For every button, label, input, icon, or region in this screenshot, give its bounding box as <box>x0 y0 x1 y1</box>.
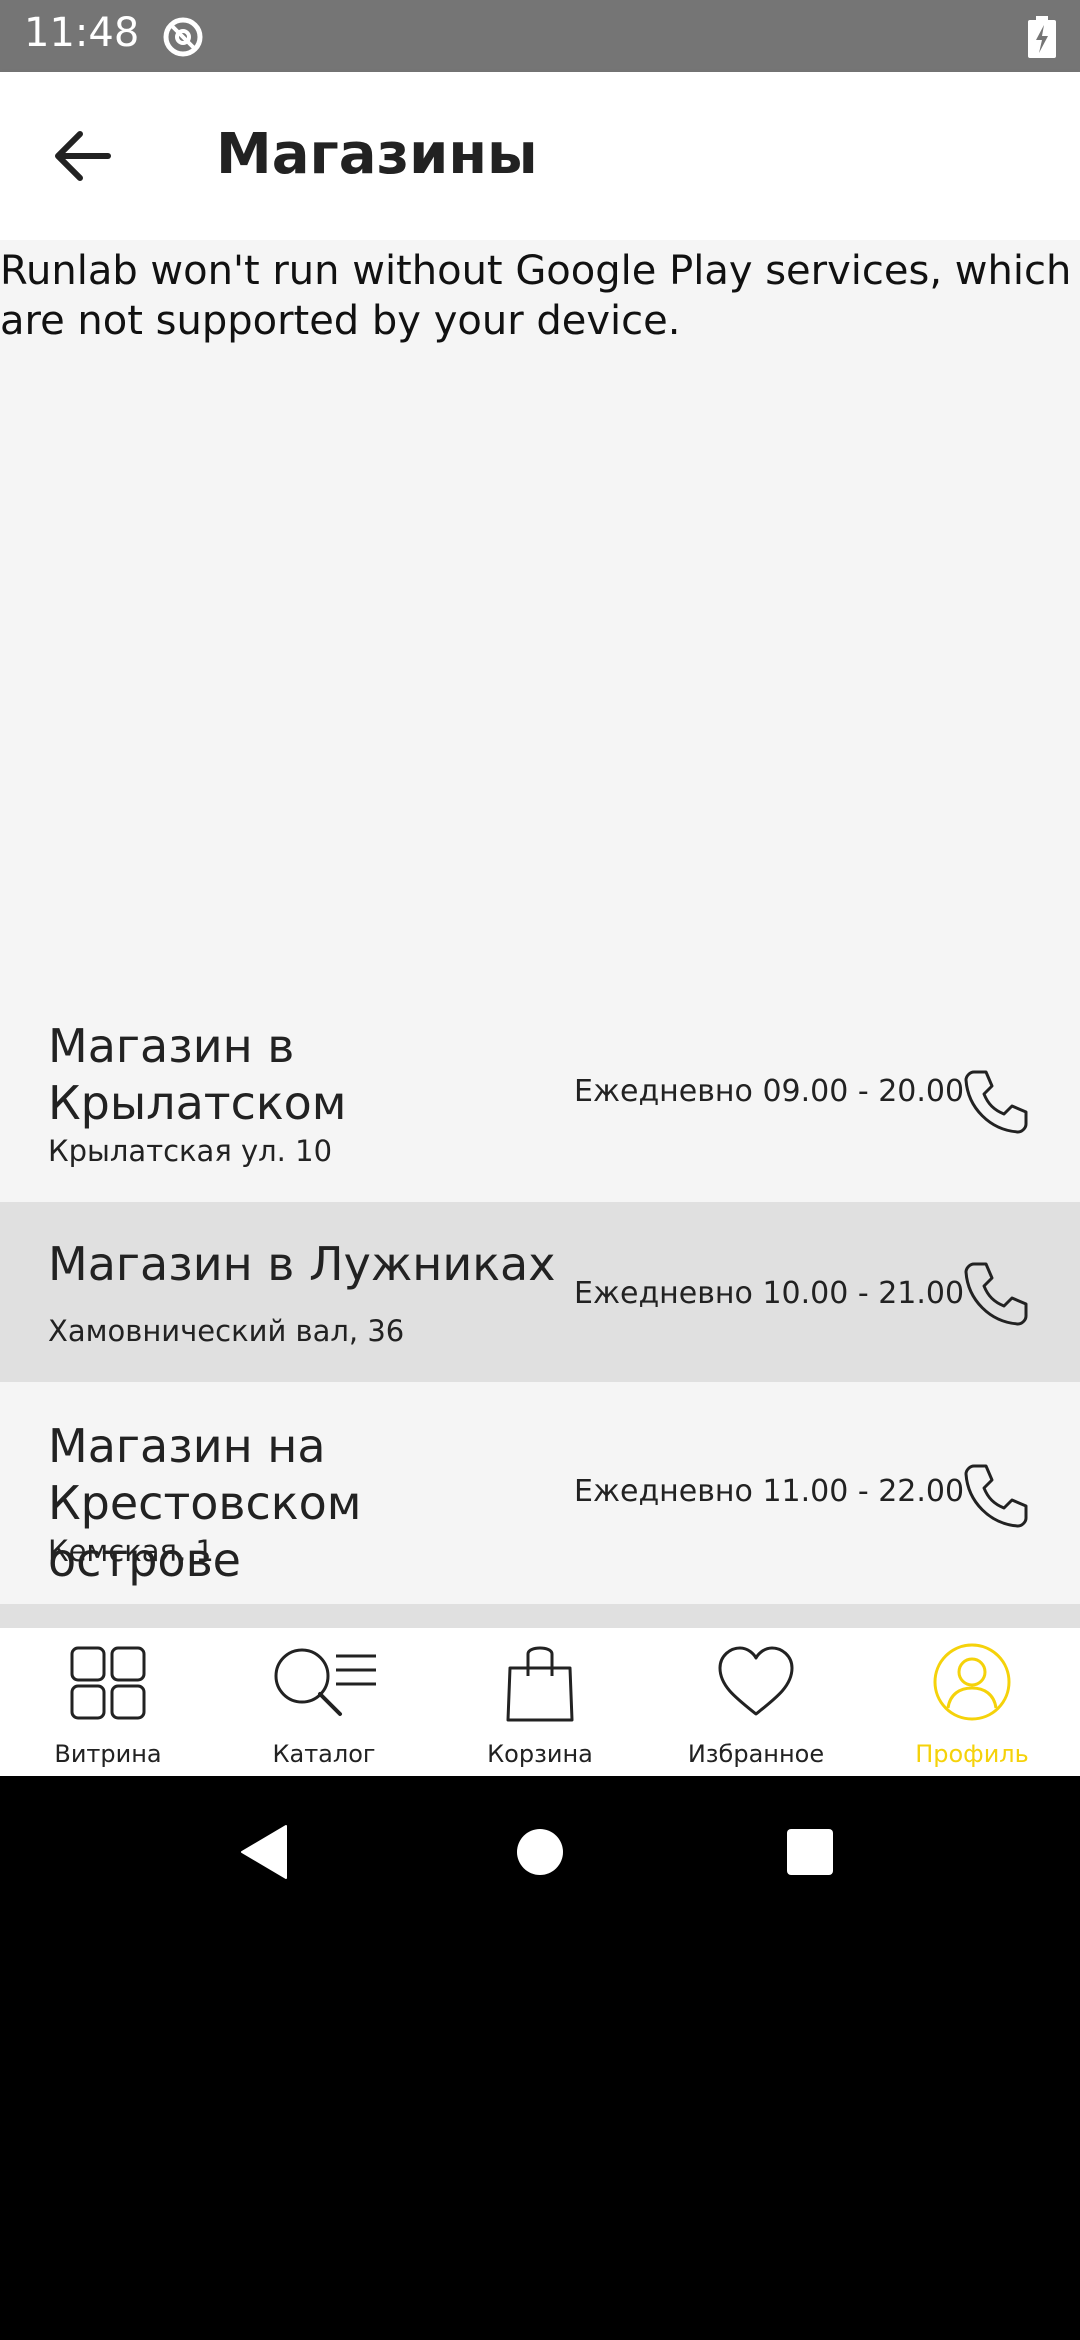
store-hours: Ежедневно 10.00 - 21.00 <box>574 1276 965 1311</box>
battery-charging-icon <box>1028 16 1056 58</box>
system-home-icon[interactable] <box>510 1822 570 1882</box>
nav-label: Корзина <box>487 1740 593 1768</box>
profile-icon <box>933 1643 1011 1721</box>
google-play-services-message: Runlab won't run without Google Play ser… <box>0 248 1072 344</box>
status-time: 11:48 <box>24 10 140 56</box>
store-address: Хамовнический вал, 36 <box>48 1314 405 1348</box>
heart-icon <box>718 1646 794 1716</box>
nav-label: Витрина <box>54 1740 162 1768</box>
system-navigation-bar <box>0 1776 1080 2340</box>
store-hours: Ежедневно 11.00 - 22.00 <box>574 1474 965 1509</box>
arrow-back-icon[interactable] <box>36 112 132 200</box>
store-item[interactable]: Магазин на Крестовском острове Кемская, … <box>0 1382 1080 1604</box>
phone-icon[interactable] <box>960 1066 1032 1138</box>
phone-icon[interactable] <box>960 1258 1032 1330</box>
store-item[interactable]: Магазин в Крылатском Крылатская ул. 10 Е… <box>0 1006 1080 1208</box>
nav-item-vitrina[interactable]: Витрина <box>0 1628 216 1776</box>
nav-item-profile[interactable]: Профиль <box>864 1628 1080 1776</box>
store-name: Магазин в Лужниках <box>48 1237 556 1291</box>
nav-item-catalog[interactable]: Каталог <box>216 1628 432 1776</box>
status-bar: 11:48 <box>0 0 1080 72</box>
shopping-bag-icon <box>506 1646 574 1722</box>
nav-label: Избранное <box>687 1740 825 1768</box>
phone-icon[interactable] <box>960 1460 1032 1532</box>
store-item[interactable]: Магазин в Лужниках Хамовнический вал, 36… <box>0 1202 1080 1382</box>
sync-icon <box>163 17 203 57</box>
system-back-icon[interactable] <box>236 1822 296 1882</box>
store-hours: Ежедневно 09.00 - 20.00 <box>574 1074 965 1109</box>
system-recents-icon[interactable] <box>780 1822 840 1882</box>
search-list-icon <box>274 1648 376 1716</box>
nav-label: Профиль <box>915 1740 1029 1768</box>
store-name: Магазин в Крылатском <box>48 1019 347 1130</box>
nav-label: Каталог <box>272 1740 376 1768</box>
store-address: Кемская, 1 <box>48 1534 214 1568</box>
list-divider <box>0 1604 1080 1628</box>
stores-content[interactable]: Runlab won't run without Google Play ser… <box>0 240 1080 1628</box>
bottom-navigation: Витрина Каталог Корзина Избранное Профил… <box>0 1628 1080 1776</box>
nav-item-cart[interactable]: Корзина <box>432 1628 648 1776</box>
nav-item-favorites[interactable]: Избранное <box>648 1628 864 1776</box>
store-address: Крылатская ул. 10 <box>48 1134 333 1168</box>
grid-icon <box>70 1646 146 1720</box>
app-bar: Магазины <box>0 72 1080 240</box>
page-title: Магазины <box>216 122 538 187</box>
